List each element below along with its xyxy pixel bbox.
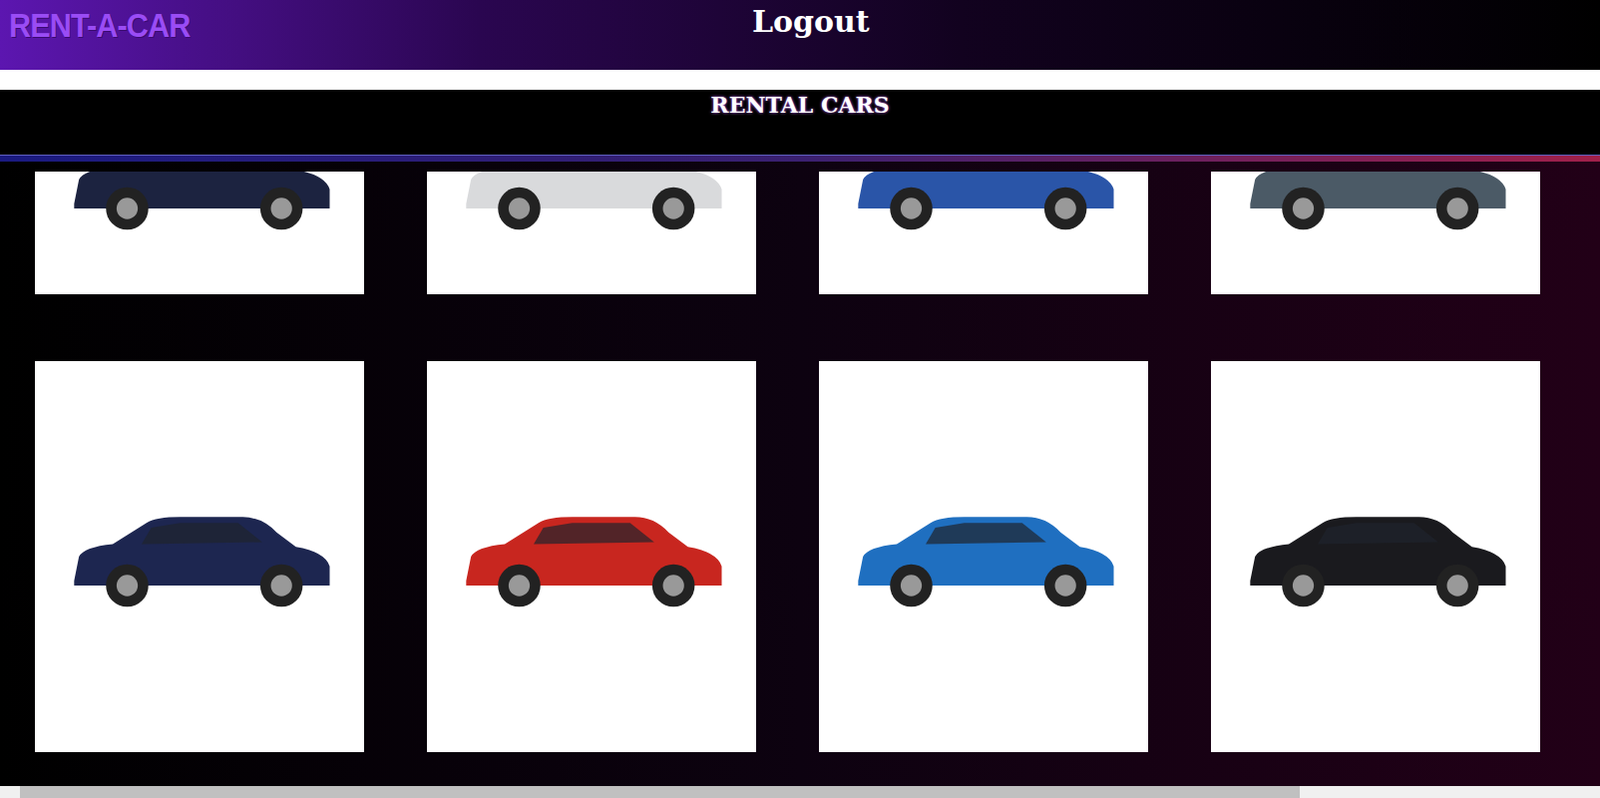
car-card[interactable] [1210, 171, 1541, 295]
section-title-bar: RENTAL CARS [0, 89, 1600, 155]
car-photo [54, 493, 345, 620]
car-photo [1230, 171, 1521, 243]
logo[interactable]: RENT-A-CAR [0, 0, 199, 51]
spacer [0, 69, 1600, 90]
divider-line [0, 154, 1600, 162]
car-photo [838, 171, 1129, 243]
car-photo [446, 493, 737, 620]
scrollbar-thumb[interactable] [19, 786, 1300, 798]
header: RENT-A-CAR Logout [0, 0, 1600, 70]
car-card[interactable] [818, 171, 1149, 295]
page: RENT-A-CAR Logout RENTAL CARS [0, 0, 1600, 798]
car-card[interactable] [1210, 361, 1541, 753]
car-photo [54, 171, 345, 243]
car-card[interactable] [34, 361, 365, 753]
section-title: RENTAL CARS [710, 89, 889, 155]
car-photo [1230, 493, 1521, 620]
car-photo [446, 171, 737, 243]
car-card[interactable] [426, 361, 757, 753]
horizontal-scrollbar[interactable] [0, 786, 1600, 798]
logout-link[interactable]: Logout [221, 0, 1401, 39]
car-photo [838, 493, 1129, 620]
car-card[interactable] [818, 361, 1149, 753]
car-grid [0, 161, 1600, 787]
car-card[interactable] [426, 171, 757, 295]
car-card[interactable] [34, 171, 365, 295]
